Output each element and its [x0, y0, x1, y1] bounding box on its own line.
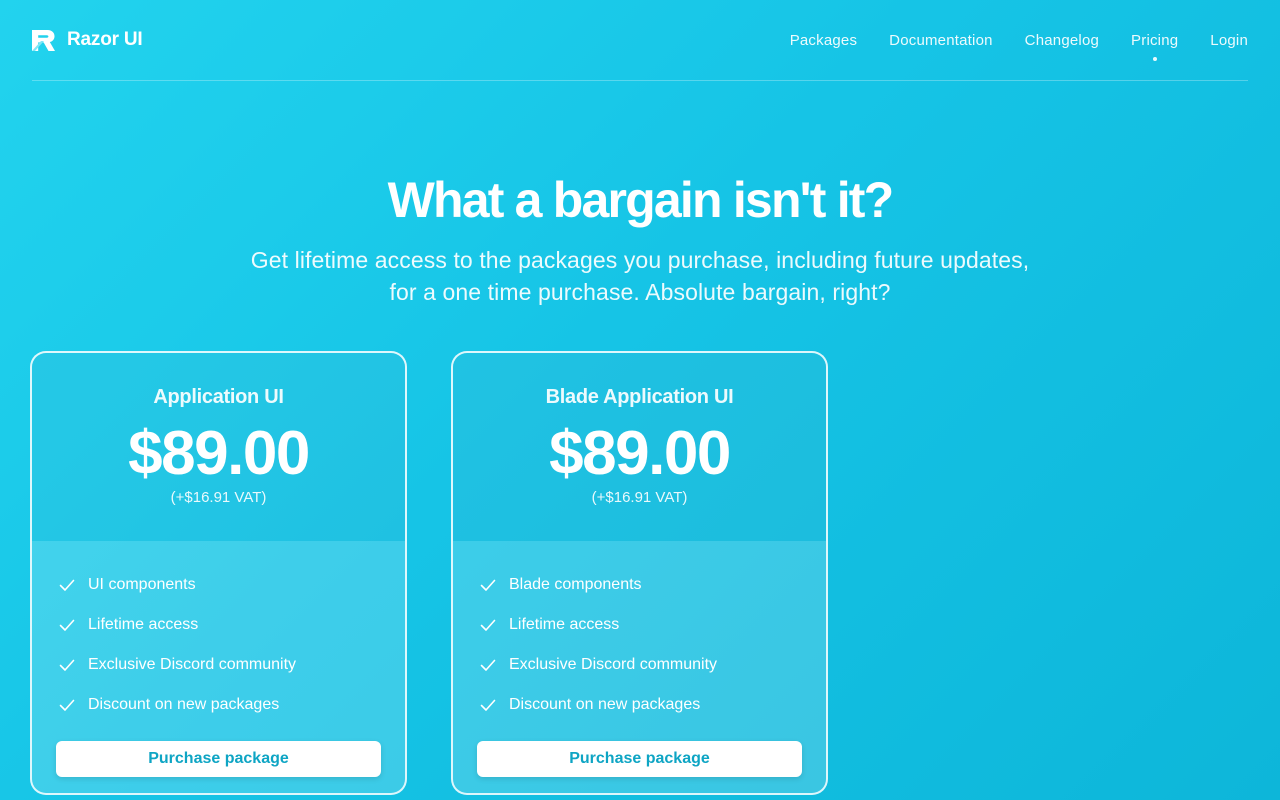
feature-item: Lifetime access — [58, 605, 381, 645]
nav-login[interactable]: Login — [1210, 32, 1248, 49]
feature-label: Exclusive Discord community — [509, 656, 718, 673]
check-icon — [480, 659, 496, 671]
plan-vat: (+$16.91 VAT) — [170, 489, 267, 506]
feature-label: Discount on new packages — [509, 696, 701, 713]
page-subtitle: Get lifetime access to the packages you … — [250, 247, 1030, 305]
check-icon — [59, 579, 75, 591]
card-header: Blade Application UI $89.00 (+$16.91 VAT… — [453, 353, 826, 541]
pricing-card-blade-application-ui: Blade Application UI $89.00 (+$16.91 VAT… — [451, 351, 828, 795]
feature-item: Exclusive Discord community — [479, 645, 802, 685]
feature-item: Blade components — [479, 565, 802, 605]
check-icon — [59, 619, 75, 631]
card-header: Application UI $89.00 (+$16.91 VAT) — [32, 353, 405, 541]
check-icon — [480, 619, 496, 631]
nav-changelog[interactable]: Changelog — [1025, 32, 1099, 49]
plan-price: $89.00 — [128, 419, 310, 488]
site-header: Razor UI Packages Documentation Changelo… — [32, 0, 1248, 81]
check-icon — [59, 659, 75, 671]
pricing-card-application-ui: Application UI $89.00 (+$16.91 VAT) UI c… — [30, 351, 407, 795]
plan-price: $89.00 — [549, 419, 731, 488]
razor-logo-icon — [32, 29, 55, 51]
feature-label: Discount on new packages — [88, 696, 280, 713]
feature-item: Discount on new packages — [58, 685, 381, 725]
check-icon — [480, 699, 496, 711]
nav-documentation[interactable]: Documentation — [889, 32, 993, 49]
plan-title: Application UI — [153, 386, 284, 408]
card-features: UI components Lifetime access Exclusive … — [32, 541, 405, 793]
feature-label: Blade components — [509, 576, 642, 593]
brand-name: Razor UI — [67, 29, 143, 50]
purchase-button[interactable]: Purchase package — [56, 741, 381, 777]
nav-pricing[interactable]: Pricing — [1131, 32, 1178, 61]
brand[interactable]: Razor UI — [32, 29, 143, 51]
feature-label: UI components — [88, 576, 196, 593]
feature-item: Exclusive Discord community — [58, 645, 381, 685]
page-title: What a bargain isn't it? — [387, 172, 895, 228]
purchase-button[interactable]: Purchase package — [477, 741, 802, 777]
feature-item: Discount on new packages — [479, 685, 802, 725]
feature-item: UI components — [58, 565, 381, 605]
plan-vat: (+$16.91 VAT) — [591, 489, 688, 506]
check-icon — [59, 699, 75, 711]
check-icon — [480, 579, 496, 591]
feature-label: Lifetime access — [88, 616, 199, 633]
feature-label: Lifetime access — [509, 616, 620, 633]
pricing-hero: What a bargain isn't it? Get lifetime ac… — [0, 170, 1280, 308]
feature-item: Lifetime access — [479, 605, 802, 645]
nav-packages[interactable]: Packages — [790, 32, 857, 49]
card-features: Blade components Lifetime access Exclusi… — [453, 541, 826, 793]
plan-title: Blade Application UI — [545, 386, 734, 408]
feature-label: Exclusive Discord community — [88, 656, 297, 673]
main-nav: Packages Documentation Changelog Pricing… — [790, 32, 1248, 61]
